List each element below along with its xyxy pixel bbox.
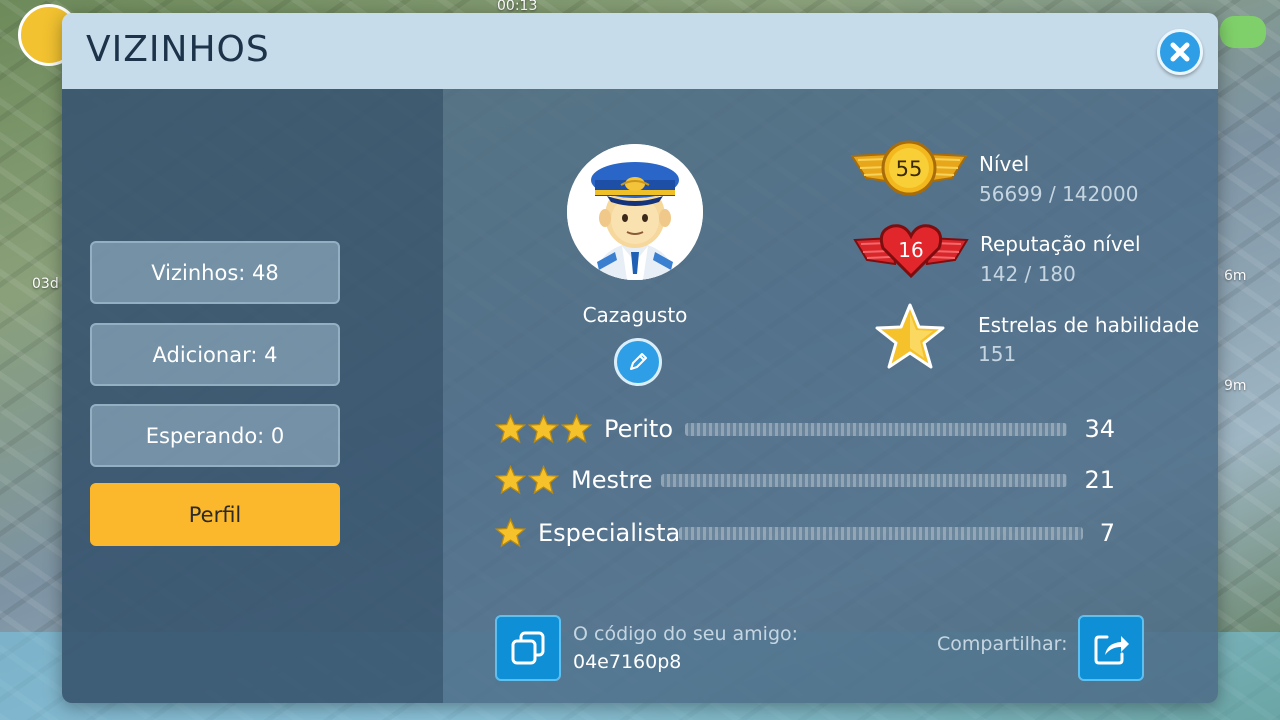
skill-star-badge (873, 302, 947, 372)
sidebar: Vizinhos: 48 Adicionar: 4 Esperando: 0 P… (62, 89, 443, 703)
bg-timer: 6m (1224, 268, 1247, 284)
winged-level-icon: 55 (850, 140, 968, 196)
star-icon (495, 465, 526, 495)
copy-code-button[interactable] (495, 615, 561, 681)
star-icon (528, 414, 559, 444)
level-label: Nível (979, 152, 1030, 176)
level-badge: 55 (850, 138, 968, 198)
skill-label: Perito (604, 415, 674, 443)
skill-row-expert: Perito 34 (495, 409, 1115, 449)
bg-add-button (1220, 16, 1266, 48)
skill-stars-label: Estrelas de habilidade (978, 313, 1200, 337)
player-name: Cazagusto (582, 303, 688, 327)
skill-stars-value: 151 (978, 342, 1017, 366)
share-label: Compartilhar: (937, 633, 1068, 655)
reputation-label: Reputação nível (980, 232, 1141, 256)
star-icon (528, 465, 559, 495)
skill-row-specialist: Especialista 7 (495, 513, 1115, 553)
star-rating-2 (495, 465, 559, 495)
share-button[interactable] (1078, 615, 1144, 681)
edit-name-button[interactable] (614, 338, 662, 386)
gold-star-icon (875, 303, 945, 369)
skill-row-master: Mestre 21 (495, 460, 1115, 500)
bg-timer: 03d (32, 276, 59, 292)
neighbors-dialog: VIZINHOS Vizinhos: 48 Adicionar: 4 Esper… (62, 13, 1218, 703)
level-number: 55 (896, 157, 923, 181)
friend-code-label: O código do seu amigo: (573, 623, 799, 645)
skill-bar (679, 527, 1083, 540)
pencil-icon (630, 353, 647, 370)
share-icon (1094, 635, 1129, 665)
star-icon (495, 414, 526, 444)
sidebar-item-add[interactable]: Adicionar: 4 (90, 323, 340, 386)
sidebar-item-waiting[interactable]: Esperando: 0 (90, 404, 340, 467)
skill-label: Especialista (538, 519, 681, 547)
pilot-avatar-icon (567, 144, 703, 280)
dialog-body: Vizinhos: 48 Adicionar: 4 Esperando: 0 P… (62, 89, 1218, 703)
winged-heart-icon: 16 (853, 224, 969, 279)
reputation-progress: 142 / 180 (980, 262, 1076, 286)
friend-code-value: 04e7160p8 (573, 651, 682, 673)
skill-count: 7 (1099, 519, 1115, 547)
star-icon (495, 518, 526, 548)
star-rating-3 (495, 414, 592, 444)
dialog-title: VIZINHOS (86, 29, 270, 70)
copy-icon (511, 631, 545, 665)
star-rating-1 (495, 518, 526, 548)
skill-label: Mestre (571, 466, 653, 494)
reputation-badge: 16 (853, 220, 969, 280)
dialog-header: VIZINHOS (62, 13, 1218, 89)
close-icon (1170, 42, 1190, 62)
sidebar-item-profile[interactable]: Perfil (90, 483, 340, 546)
level-progress: 56699 / 142000 (979, 182, 1139, 206)
reputation-number: 16 (898, 238, 923, 262)
profile-panel: Cazagusto 55 Nível 56699 / 142000 16 Rep… (443, 89, 1218, 703)
bg-timer: 9m (1224, 378, 1247, 394)
avatar (567, 144, 703, 280)
close-button[interactable] (1157, 29, 1203, 75)
bg-timer: 00:13 (497, 0, 538, 14)
skill-count: 21 (1084, 466, 1115, 494)
star-icon (561, 414, 592, 444)
skill-bar (661, 474, 1067, 487)
sidebar-item-neighbors[interactable]: Vizinhos: 48 (90, 241, 340, 304)
skill-bar (685, 423, 1067, 436)
skill-count: 34 (1084, 415, 1115, 443)
